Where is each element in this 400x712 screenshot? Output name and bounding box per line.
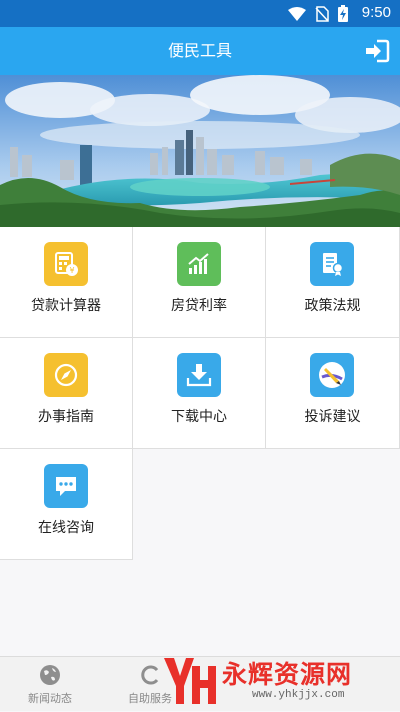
download-icon: [177, 353, 221, 397]
watermark: 永辉资源网 www.yhkjjx.com: [160, 652, 395, 710]
pen-icon: [310, 353, 354, 397]
policy-document-icon: [310, 242, 354, 286]
chat-icon: [44, 464, 88, 508]
status-time: 9:50: [361, 4, 391, 21]
tool-service-guide[interactable]: 办事指南: [0, 338, 133, 449]
tab-label: 新闻动态: [28, 692, 72, 705]
globe-icon: [40, 665, 60, 685]
banner-image[interactable]: [0, 75, 400, 227]
city-skyline-lake-photo: [0, 75, 400, 227]
tool-label: 政策法规: [304, 298, 361, 314]
tool-label: 在线咨询: [38, 520, 94, 536]
bar-chart-icon: [177, 242, 221, 286]
wifi-icon: [288, 6, 306, 21]
svg-text:¥: ¥: [69, 266, 74, 275]
watermark-text: 永辉资源网: [222, 660, 353, 689]
watermark-logo: [164, 658, 216, 704]
service-icon: [141, 665, 159, 685]
status-bar: 9:50: [0, 0, 400, 27]
status-icons: [288, 5, 348, 22]
tool-download-center[interactable]: 下载中心: [133, 338, 266, 449]
tool-label: 房贷利率: [171, 298, 227, 314]
tool-label: 贷款计算器: [31, 298, 101, 314]
watermark-url: www.yhkjjx.com: [252, 689, 345, 701]
tool-mortgage-rate[interactable]: 房贷利率: [133, 227, 266, 338]
tool-label: 投诉建议: [304, 409, 361, 425]
compass-icon: [44, 353, 88, 397]
tool-label: 办事指南: [38, 409, 94, 425]
app-bar: 便民工具: [0, 27, 400, 75]
tab-news[interactable]: 新闻动态: [0, 657, 100, 711]
tool-online-consultation[interactable]: 在线咨询: [0, 449, 133, 560]
no-sim-icon: [315, 5, 329, 22]
tool-loan-calculator[interactable]: ¥ 贷款计算器: [0, 227, 133, 338]
page-title: 便民工具: [167, 41, 232, 60]
battery-charging-icon: [338, 5, 348, 22]
calculator-icon: ¥: [44, 242, 88, 286]
tool-label: 下载中心: [171, 409, 227, 425]
logout-icon[interactable]: [364, 38, 390, 64]
tool-complaints-suggestions[interactable]: 投诉建议: [266, 338, 400, 449]
tool-policy-regulations[interactable]: 政策法规: [266, 227, 400, 338]
